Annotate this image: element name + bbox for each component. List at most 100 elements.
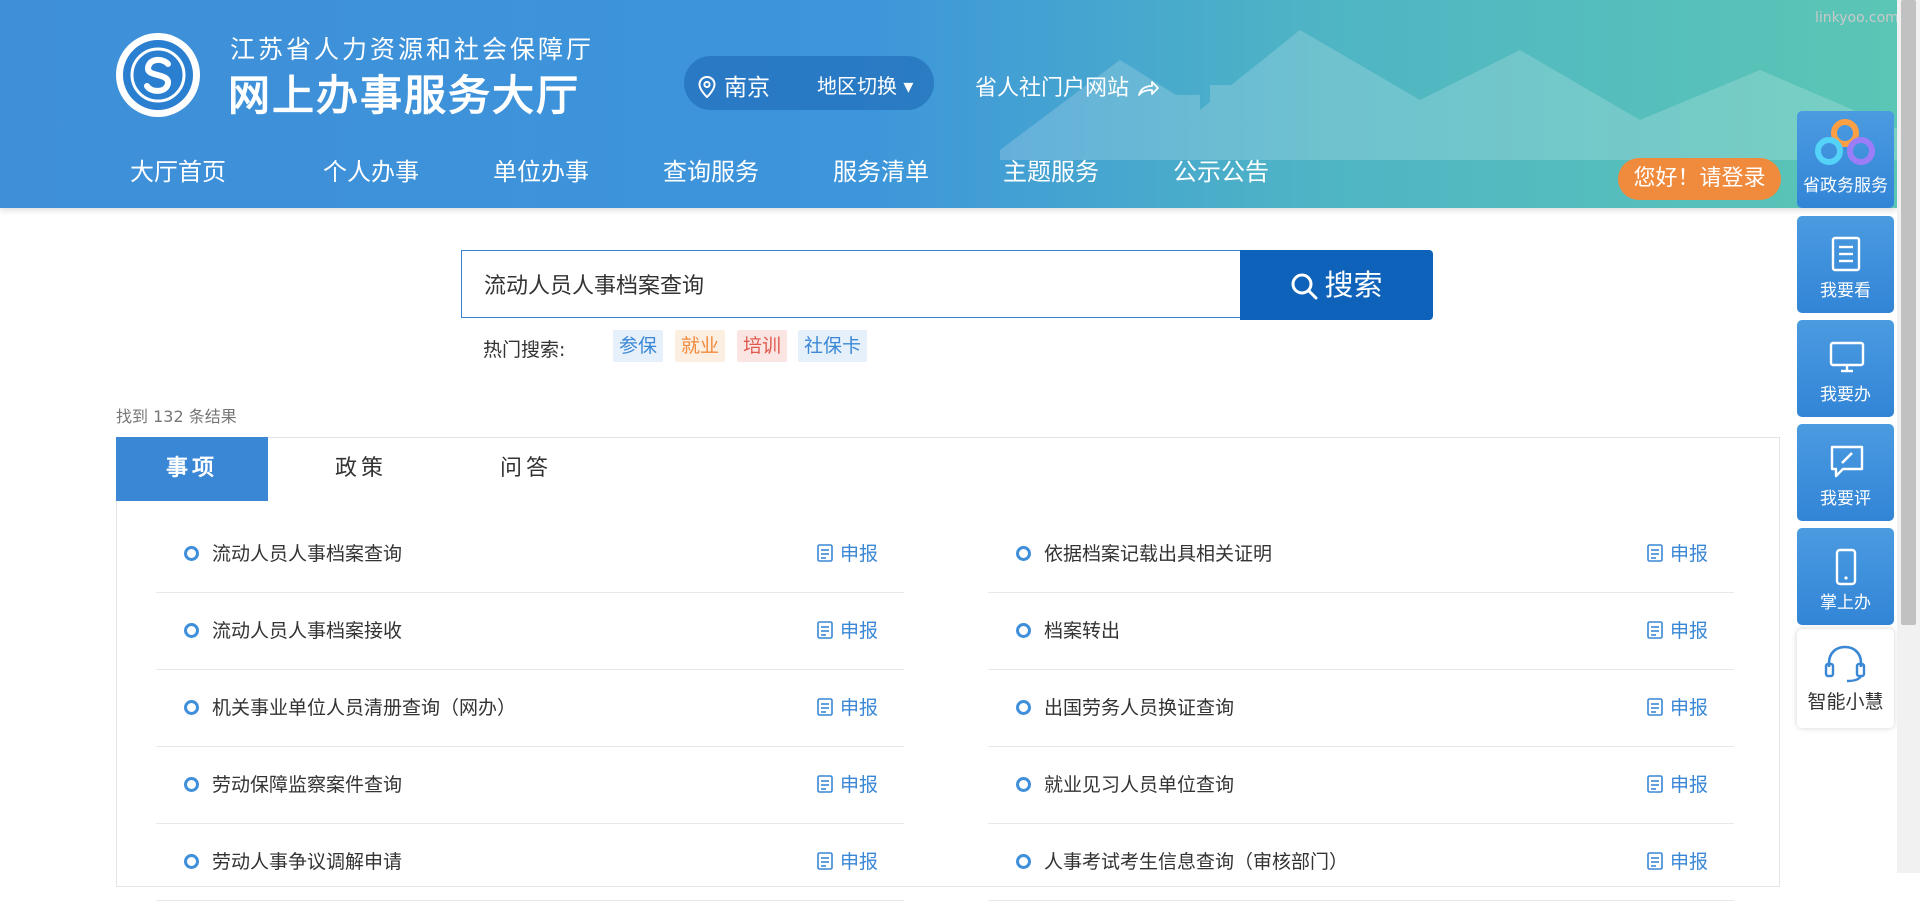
share-arrow-icon [1138,81,1159,96]
mobile-label: 掌上办 [1820,593,1871,613]
result-item-name[interactable]: 流动人员人事档案查询 [212,539,402,566]
form-icon [1647,698,1663,716]
search-button[interactable]: 搜索 [1240,250,1433,320]
tab-items[interactable]: 事项 [116,437,268,501]
result-item-name[interactable]: 劳动保障监察案件查询 [212,770,402,797]
region-selector[interactable]: 南京 地区切换 ▾ [684,56,934,110]
monitor-icon [1829,341,1865,373]
bullet-icon [184,623,199,638]
apply-label: 申报 [839,774,878,796]
form-icon [817,775,833,793]
result-item-name[interactable]: 依据档案记载出具相关证明 [1044,539,1272,566]
site-header: 江苏省人力资源和社会保障厅 网上办事服务大厅 南京 地区切换 ▾ 省人社门户网站… [0,0,1897,208]
search-input[interactable] [462,251,1244,317]
review-button[interactable]: 我要评 [1797,424,1894,521]
apply-label: 申报 [839,697,878,719]
result-item: 流动人员人事档案查询 申报 [156,515,904,593]
bullet-icon [184,546,199,561]
apply-link[interactable]: 申报 [816,539,878,566]
assistant-label: 智能小慧 [1807,691,1884,713]
nav-enterprise[interactable]: 单位办事 [493,152,589,187]
apply-label: 申报 [839,620,878,642]
form-icon [817,698,833,716]
site-logo[interactable] [116,33,200,117]
hot-tag[interactable]: 参保 [613,330,664,362]
comment-edit-icon [1830,445,1864,478]
region-switch[interactable]: 地区切换 ▾ [817,70,913,99]
tab-policies[interactable]: 政策 [285,437,437,501]
result-item: 档案转出 申报 [988,592,1734,670]
result-item: 人事考试考生信息查询（审核部门） 申报 [988,823,1734,901]
review-label: 我要评 [1820,489,1871,509]
handle-label: 我要办 [1820,385,1871,405]
apply-link[interactable]: 申报 [816,770,878,797]
apply-label: 申报 [1669,620,1708,642]
gov-service-button[interactable]: 省政务服务 [1797,111,1894,208]
result-item: 机关事业单位人员清册查询（网办） 申报 [156,669,904,747]
watermark: linkyoo.com [1815,10,1897,26]
apply-label: 申报 [1669,851,1708,873]
hot-tag[interactable]: 就业 [675,330,726,362]
apply-link[interactable]: 申报 [816,847,878,874]
result-item-name[interactable]: 档案转出 [1044,616,1120,643]
view-label: 我要看 [1820,281,1871,301]
apply-link[interactable]: 申报 [1646,693,1708,720]
apply-label: 申报 [839,543,878,565]
nav-announcements[interactable]: 公示公告 [1173,152,1269,187]
result-count: 找到 132 条结果 [116,407,237,426]
result-item-name[interactable]: 流动人员人事档案接收 [212,616,402,643]
result-item-name[interactable]: 机关事业单位人员清册查询（网办） [212,693,516,720]
hot-tag[interactable]: 培训 [737,330,788,362]
apply-link[interactable]: 申报 [1646,770,1708,797]
result-item: 出国劳务人员换证查询 申报 [988,669,1734,747]
tab-qa[interactable]: 问答 [450,437,602,501]
form-icon [1647,775,1663,793]
nav-service-list[interactable]: 服务清单 [833,152,929,187]
nav-home[interactable]: 大厅首页 [130,152,226,187]
hot-search-label: 热门搜索: [483,339,566,361]
handle-button[interactable]: 我要办 [1797,320,1894,417]
result-item: 流动人员人事档案接收 申报 [156,592,904,670]
bullet-icon [184,700,199,715]
result-item-name[interactable]: 出国劳务人员换证查询 [1044,693,1234,720]
portal-link-label: 省人社门户网站 [975,76,1130,101]
nav-query[interactable]: 查询服务 [663,152,759,187]
hot-tag[interactable]: 社保卡 [798,330,868,362]
form-icon [817,544,833,562]
apply-link[interactable]: 申报 [1646,616,1708,643]
form-icon [1647,621,1663,639]
gov-service-logo-icon [1815,119,1875,165]
apply-label: 申报 [839,851,878,873]
mobile-button[interactable]: 掌上办 [1797,528,1894,625]
form-icon [817,852,833,870]
login-button[interactable]: 您好！请登录 [1618,158,1781,200]
search-box [461,250,1244,318]
assistant-button[interactable]: 智能小慧 [1797,629,1894,728]
headset-icon [1824,645,1866,683]
bullet-icon [184,854,199,869]
apply-link[interactable]: 申报 [1646,539,1708,566]
bullet-icon [1016,700,1031,715]
scrollbar-thumb[interactable] [1901,0,1916,625]
document-icon [1831,236,1861,272]
apply-link[interactable]: 申报 [816,693,878,720]
gov-service-label: 省政务服务 [1803,176,1888,196]
result-item-name[interactable]: 劳动人事争议调解申请 [212,847,402,874]
form-icon [1647,852,1663,870]
result-item-name[interactable]: 就业见习人员单位查询 [1044,770,1234,797]
apply-link[interactable]: 申报 [816,616,878,643]
smartphone-icon [1835,548,1857,586]
bullet-icon [1016,777,1031,792]
nav-topics[interactable]: 主题服务 [1003,152,1099,187]
result-item-name[interactable]: 人事考试考生信息查询（审核部门） [1044,847,1348,874]
region-name: 南京 [724,75,770,101]
portal-link[interactable]: 省人社门户网站 [975,70,1159,102]
apply-link[interactable]: 申报 [1646,847,1708,874]
bullet-icon [1016,854,1031,869]
nav-personal[interactable]: 个人办事 [323,152,419,187]
apply-label: 申报 [1669,543,1708,565]
location-pin-icon [698,75,716,99]
apply-label: 申报 [1669,774,1708,796]
view-button[interactable]: 我要看 [1797,216,1894,313]
page-scrollbar[interactable] [1897,0,1920,873]
